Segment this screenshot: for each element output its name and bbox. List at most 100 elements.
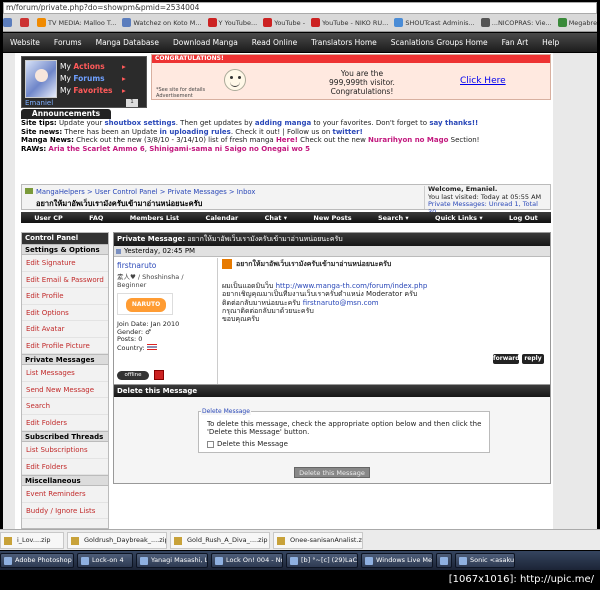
pm-url-link[interactable]: http://www.manga-th.com/forum/index.php <box>276 282 428 290</box>
announcements: Site tips: Update your shoutbox settings… <box>21 119 551 155</box>
subnav-item[interactable]: Quick Links ▾ <box>435 214 483 222</box>
taskbar-button[interactable]: Adobe Photoshop C... <box>0 553 74 568</box>
taskbar-button[interactable]: Lock On! 004 - Note... <box>211 553 283 568</box>
fresh-manga-link[interactable]: Here! <box>276 136 298 144</box>
control-panel-item[interactable]: Edit Email & Password <box>22 272 108 288</box>
checkbox-icon[interactable] <box>207 440 214 448</box>
control-panel-item[interactable]: Buddy / Ignore Lists <box>22 503 108 519</box>
sitenav-item[interactable]: Forums <box>47 38 89 47</box>
download-bar: i_Lov....zip Goldrush_Daybreak_....zip Gol… <box>0 529 600 550</box>
subnav-item[interactable]: Log Out <box>509 214 538 222</box>
pm-date: Yesterday, 02:45 PM <box>114 246 550 257</box>
sitenav-item[interactable]: Manga Database <box>89 38 166 47</box>
bookmark-item[interactable]: Y YouTube... <box>207 18 257 27</box>
sitenav-item[interactable]: Fan Art <box>495 38 536 47</box>
bookmark-favicon-icon <box>3 18 12 27</box>
breadcrumb-path[interactable]: MangaHelpers > User Control Panel > Priv… <box>36 188 255 196</box>
control-panel-item[interactable]: Edit Avatar <box>22 321 108 338</box>
adding-manga-link[interactable]: adding manga <box>255 119 311 127</box>
bookmark-item[interactable]: YouTube - <box>263 18 305 27</box>
delete-checkbox[interactable]: Delete this Message <box>207 440 288 448</box>
my-favorites-link[interactable]: My Favorites ▸ <box>60 86 126 95</box>
sitenav-item[interactable]: Website <box>3 38 47 47</box>
taskbar-button[interactable]: [b] °~[c] (29)LaCu... <box>286 553 358 568</box>
taskbar-button[interactable]: Sonic <asakura... <box>455 553 515 568</box>
sender-title: 素人♥ / Shoshinsha / Beginner <box>117 273 184 289</box>
control-panel: Control Panel Settings & Options Edit Si… <box>21 232 109 529</box>
bookmark-item[interactable]: TV MEDIA: Malloo T... <box>37 18 116 27</box>
sitenav-item[interactable]: Read Online <box>245 38 304 47</box>
subnav-item[interactable]: FAQ <box>89 214 103 222</box>
nurarihyon-link[interactable]: Nurarihyon no Mago <box>368 136 448 144</box>
breadcrumb: MangaHelpers > User Control Panel > Priv… <box>21 184 551 215</box>
bookmark-item[interactable] <box>3 18 14 27</box>
subnav-item[interactable]: Members List <box>130 214 179 222</box>
bookmark-item[interactable]: YouTube - NIKO RU... <box>311 18 388 27</box>
download-item[interactable]: Goldrush_Daybreak_....zip <box>67 531 167 549</box>
bookmark-label: Watchez on Koto M... <box>133 18 202 27</box>
uploading-rules-link[interactable]: in uploading rules <box>160 128 231 136</box>
bookmark-item[interactable]: Megabrecht ... <box>557 18 597 27</box>
address-bar[interactable]: m/forum/private.php?do=showpm&pmid=25340… <box>3 2 597 14</box>
bookmark-item[interactable]: SHOUTcast Adminis... <box>394 18 475 27</box>
send-pm-icon[interactable] <box>154 370 164 380</box>
subnav-item[interactable]: Calendar <box>206 214 239 222</box>
control-panel-item[interactable]: List Subscriptions <box>22 442 108 459</box>
sitenav-item[interactable]: Scanlations Groups Home <box>384 38 495 47</box>
control-panel-item[interactable]: Edit Profile <box>22 288 108 305</box>
pm-sender-info: firstnaruto 素人♥ / Shoshinsha / Beginner … <box>114 258 218 387</box>
mail-icon[interactable]: 1 <box>126 99 138 107</box>
control-panel-item[interactable]: Edit Folders <box>22 459 108 475</box>
control-panel-item[interactable]: Search <box>22 398 108 415</box>
congratulations-ad[interactable]: CONGRATULATIONS! You are the 999,999th v… <box>151 54 551 100</box>
bookmark-item[interactable] <box>20 18 31 27</box>
control-panel-title: Control Panel <box>22 233 108 244</box>
sitenav-item[interactable]: Download Manga <box>166 38 245 47</box>
reply-button[interactable]: reply <box>522 354 544 364</box>
ad-header: CONGRATULATIONS! <box>152 55 550 63</box>
subnav-item[interactable]: User CP <box>34 214 63 222</box>
sitenav-item[interactable]: Translators Home <box>304 38 384 47</box>
download-item[interactable]: Onee-sanisanAnalist.zip <box>273 531 363 549</box>
download-item[interactable]: Gold_Rush_A_Diva_....zip <box>170 531 270 549</box>
control-panel-item[interactable]: Edit Folders <box>22 415 108 431</box>
image-host-caption: [1067x1016]: http://upic.me/ <box>0 571 600 590</box>
control-panel-item[interactable]: Send New Message <box>22 382 108 398</box>
raw-link-aria[interactable]: Aria the Scarlet Ammo 6 <box>48 145 144 153</box>
delete-message-panel: Delete this Message Delete Message To de… <box>113 384 551 484</box>
pm-email-link[interactable]: firstnaruto@msn.com <box>303 299 379 307</box>
forward-button[interactable]: forward <box>493 354 520 364</box>
sitenav-item[interactable]: Help <box>535 38 566 47</box>
sender-name-link[interactable]: firstnaruto <box>117 261 214 270</box>
delete-message-button[interactable]: Delete this Message <box>294 467 370 478</box>
windows-taskbar: Adobe Photoshop C...Lock-on 4Yanagi Masa… <box>0 551 600 570</box>
control-panel-item[interactable]: Edit Options <box>22 305 108 321</box>
taskbar-button[interactable]: Windows Live Mess... <box>361 553 433 568</box>
control-panel-item[interactable]: List Messages <box>22 365 108 382</box>
control-panel-item[interactable]: Edit Profile Picture <box>22 338 108 354</box>
username[interactable]: Emaniel <box>25 99 53 107</box>
taskbar-button[interactable]: Yanagi Masashi, Lov... <box>136 553 208 568</box>
bookmark-item[interactable]: Watchez on Koto M... <box>122 18 202 27</box>
my-forums-link[interactable]: My Forums ▸ <box>60 74 126 83</box>
say-thanks-link[interactable]: say thanks!! <box>429 119 478 127</box>
bookmark-item[interactable]: ...NICOPRAS: Vie... <box>480 18 552 27</box>
taskbar-button[interactable] <box>436 553 452 568</box>
download-item[interactable]: i_Lov....zip <box>0 531 64 549</box>
subnav-item[interactable]: Search ▾ <box>378 214 409 222</box>
control-panel-item[interactable]: Event Reminders <box>22 486 108 503</box>
subnav-item[interactable]: Chat ▾ <box>265 214 287 222</box>
cp-section-private-messages[interactable]: Private Messages <box>22 354 108 365</box>
my-actions-link[interactable]: My Actions ▸ <box>60 62 126 71</box>
twitter-link[interactable]: twitter! <box>332 128 362 136</box>
subnav-item[interactable]: New Posts <box>313 214 351 222</box>
bookmark-favicon-icon <box>37 18 46 27</box>
user-avatar[interactable] <box>25 60 57 98</box>
cp-section-subscribed-threads[interactable]: Subscribed Threads <box>22 431 108 442</box>
taskbar-button[interactable]: Lock-on 4 <box>77 553 133 568</box>
control-panel-item[interactable]: Edit Signature <box>22 255 108 272</box>
ad-click-here-link[interactable]: Click Here <box>460 76 506 86</box>
forum-page: My Actions ▸ My Forums ▸ My Favorites ▸ Ema… <box>3 53 597 529</box>
raw-link-shinigami[interactable]: Shinigami-sama ni Saigo no Onegai wo 5 <box>149 145 310 153</box>
shoutbox-settings-link[interactable]: shoutbox settings <box>104 119 175 127</box>
